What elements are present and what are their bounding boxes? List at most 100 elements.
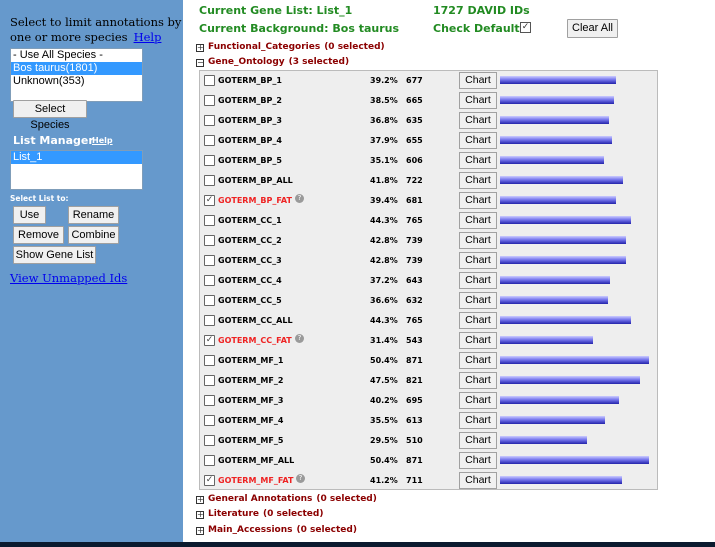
go-term-row: GOTERM_BP_1 39.2% 677 Chart xyxy=(200,71,657,91)
combine-button[interactable]: Combine xyxy=(68,226,119,244)
gene-list-option[interactable]: List_1 xyxy=(11,151,142,164)
chart-button[interactable]: Chart xyxy=(459,352,497,369)
go-term-checkbox[interactable] xyxy=(204,395,215,406)
collapse-icon[interactable]: − xyxy=(196,59,204,67)
go-term-checkbox[interactable] xyxy=(204,435,215,446)
go-term-checkbox[interactable] xyxy=(204,155,215,166)
species-select-list[interactable]: - Use All Species - Bos taurus(1801) Unkno… xyxy=(10,48,143,102)
expand-icon[interactable]: + xyxy=(196,527,204,535)
go-term-bar xyxy=(500,236,626,244)
go-term-checkbox[interactable] xyxy=(204,295,215,306)
species-option[interactable]: Unknown(353) xyxy=(11,75,142,88)
show-gene-list-button[interactable]: Show Gene List xyxy=(13,246,96,264)
go-term-bar xyxy=(500,216,631,224)
expand-icon[interactable]: + xyxy=(196,44,204,52)
category-literature[interactable]: + Literature (0 selected) xyxy=(196,509,323,519)
species-prompt: Select to limit annotations by one or mo… xyxy=(10,15,182,45)
go-term-checkbox[interactable] xyxy=(204,255,215,266)
go-term-checkbox[interactable]: ✓ xyxy=(204,335,215,346)
go-term-checkbox[interactable] xyxy=(204,455,215,466)
go-term-checkbox[interactable]: ✓ xyxy=(204,195,215,206)
go-term-row: ✓ GOTERM_BP_FAT? 39.4% 681 Chart xyxy=(200,191,657,211)
go-term-checkbox[interactable] xyxy=(204,275,215,286)
go-term-row: GOTERM_CC_2 42.8% 739 Chart xyxy=(200,231,657,251)
go-term-checkbox[interactable] xyxy=(204,375,215,386)
go-term-bar xyxy=(500,156,604,164)
go-term-percent: 36.8% xyxy=(370,116,398,125)
chart-button[interactable]: Chart xyxy=(459,92,497,109)
species-help-link[interactable]: Help xyxy=(134,30,162,44)
go-term-bar xyxy=(500,76,616,84)
go-term-name: GOTERM_BP_3 xyxy=(218,116,282,125)
species-option[interactable]: - Use All Species - xyxy=(11,49,142,62)
go-term-count: 635 xyxy=(406,116,423,125)
chart-button[interactable]: Chart xyxy=(459,292,497,309)
go-term-bar xyxy=(500,196,616,204)
category-name: Gene_Ontology xyxy=(208,57,285,67)
current-gene-list: Current Gene List: List_1 xyxy=(199,4,353,17)
go-term-percent: 42.8% xyxy=(370,236,398,245)
chart-button[interactable]: Chart xyxy=(459,392,497,409)
go-term-checkbox[interactable]: ✓ xyxy=(204,475,215,486)
go-term-checkbox[interactable] xyxy=(204,315,215,326)
chart-button[interactable]: Chart xyxy=(459,332,497,349)
go-term-row: GOTERM_BP_ALL 41.8% 722 Chart xyxy=(200,171,657,191)
chart-button[interactable]: Chart xyxy=(459,72,497,89)
clear-all-button[interactable]: Clear All xyxy=(567,19,618,38)
chart-button[interactable]: Chart xyxy=(459,312,497,329)
species-option[interactable]: Bos taurus(1801) xyxy=(11,62,142,75)
go-term-checkbox[interactable] xyxy=(204,75,215,86)
go-term-bar xyxy=(500,276,610,284)
chart-button[interactable]: Chart xyxy=(459,232,497,249)
go-term-checkbox[interactable] xyxy=(204,415,215,426)
category-general-annotations[interactable]: + General Annotations (0 selected) xyxy=(196,494,377,504)
check-defaults-checkbox[interactable]: ✓ xyxy=(520,22,531,33)
use-button[interactable]: Use xyxy=(13,206,46,224)
chart-button[interactable]: Chart xyxy=(459,152,497,169)
help-icon[interactable]: ? xyxy=(295,334,304,343)
chart-button[interactable]: Chart xyxy=(459,452,497,469)
chart-button[interactable]: Chart xyxy=(459,272,497,289)
go-term-row: ✓ GOTERM_MF_FAT? 41.2% 711 Chart xyxy=(200,471,657,491)
chart-button[interactable]: Chart xyxy=(459,132,497,149)
help-icon[interactable]: ? xyxy=(296,474,305,483)
chart-button[interactable]: Chart xyxy=(459,192,497,209)
go-term-checkbox[interactable] xyxy=(204,95,215,106)
go-term-percent: 39.4% xyxy=(370,196,398,205)
chart-button[interactable]: Chart xyxy=(459,112,497,129)
go-term-bar xyxy=(500,336,593,344)
chart-button[interactable]: Chart xyxy=(459,472,497,489)
view-unmapped-ids-link[interactable]: View Unmapped Ids xyxy=(10,271,127,285)
go-term-name: GOTERM_MF_ALL xyxy=(218,456,295,465)
go-term-bar xyxy=(500,256,626,264)
go-term-checkbox[interactable] xyxy=(204,235,215,246)
chart-button[interactable]: Chart xyxy=(459,412,497,429)
category-main-accessions[interactable]: + Main_Accessions (0 selected) xyxy=(196,525,357,535)
category-gene-ontology[interactable]: − Gene_Ontology (3 selected) xyxy=(196,57,349,67)
expand-icon[interactable]: + xyxy=(196,511,204,519)
go-term-bar xyxy=(500,136,612,144)
go-term-percent: 50.4% xyxy=(370,356,398,365)
go-term-checkbox[interactable] xyxy=(204,175,215,186)
remove-button[interactable]: Remove xyxy=(13,226,64,244)
chart-button[interactable]: Chart xyxy=(459,212,497,229)
go-term-checkbox[interactable] xyxy=(204,135,215,146)
help-icon[interactable]: ? xyxy=(295,194,304,203)
go-term-percent: 37.9% xyxy=(370,136,398,145)
gene-list-select[interactable]: List_1 xyxy=(10,150,143,190)
rename-button[interactable]: Rename xyxy=(68,206,119,224)
category-functional[interactable]: + Functional_Categories (0 selected) xyxy=(196,42,385,52)
list-manager-help-link[interactable]: Help xyxy=(92,136,113,145)
check-defaults-label: Check Defaults xyxy=(433,22,527,35)
chart-button[interactable]: Chart xyxy=(459,432,497,449)
expand-icon[interactable]: + xyxy=(196,496,204,504)
go-term-name: GOTERM_MF_FAT xyxy=(218,476,294,485)
chart-button[interactable]: Chart xyxy=(459,172,497,189)
go-term-checkbox[interactable] xyxy=(204,115,215,126)
go-term-checkbox[interactable] xyxy=(204,215,215,226)
chart-button[interactable]: Chart xyxy=(459,372,497,389)
chart-button[interactable]: Chart xyxy=(459,252,497,269)
go-term-bar xyxy=(500,376,640,384)
select-species-button[interactable]: Select Species xyxy=(13,100,87,131)
go-term-checkbox[interactable] xyxy=(204,355,215,366)
